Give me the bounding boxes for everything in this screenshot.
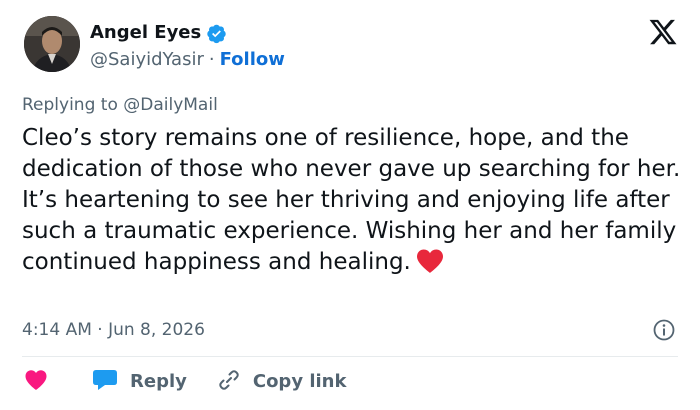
x-logo-icon[interactable] [648,17,678,47]
action-bar: Reply Copy link [24,368,346,396]
handle-row: @SaiyidYasir · Follow [90,48,285,72]
reply-bubble-icon [92,368,130,396]
tweet-card: Angel Eyes @SaiyidYasir · Follow Replyin… [0,0,700,410]
verified-badge-icon [206,23,227,44]
follow-button[interactable]: Follow [220,48,285,72]
reply-button[interactable]: Reply [92,368,187,396]
copy-link-label: Copy link [252,371,347,392]
separator-dot: · [208,49,215,70]
reply-label: Reply [130,371,187,392]
heart-icon [24,369,48,395]
link-icon [217,368,253,396]
divider [22,356,678,357]
copy-link-button[interactable]: Copy link [217,368,347,396]
tweet-text: Cleo’s story remains one of resilience, … [22,125,688,275]
display-name[interactable]: Angel Eyes [90,21,201,45]
author-name-row: Angel Eyes [90,21,227,45]
like-button[interactable] [24,369,92,395]
replying-to-label: Replying to @DailyMail [22,95,218,115]
info-icon[interactable] [652,318,676,342]
tweet-timestamp[interactable]: 4:14 AM · Jun 8, 2026 [22,318,205,342]
tweet-body: Cleo’s story remains one of resilience, … [22,123,682,278]
red-heart-emoji-icon [415,248,445,274]
author-handle[interactable]: @SaiyidYasir [90,48,204,72]
avatar[interactable] [24,16,80,72]
avatar-image [24,16,80,72]
